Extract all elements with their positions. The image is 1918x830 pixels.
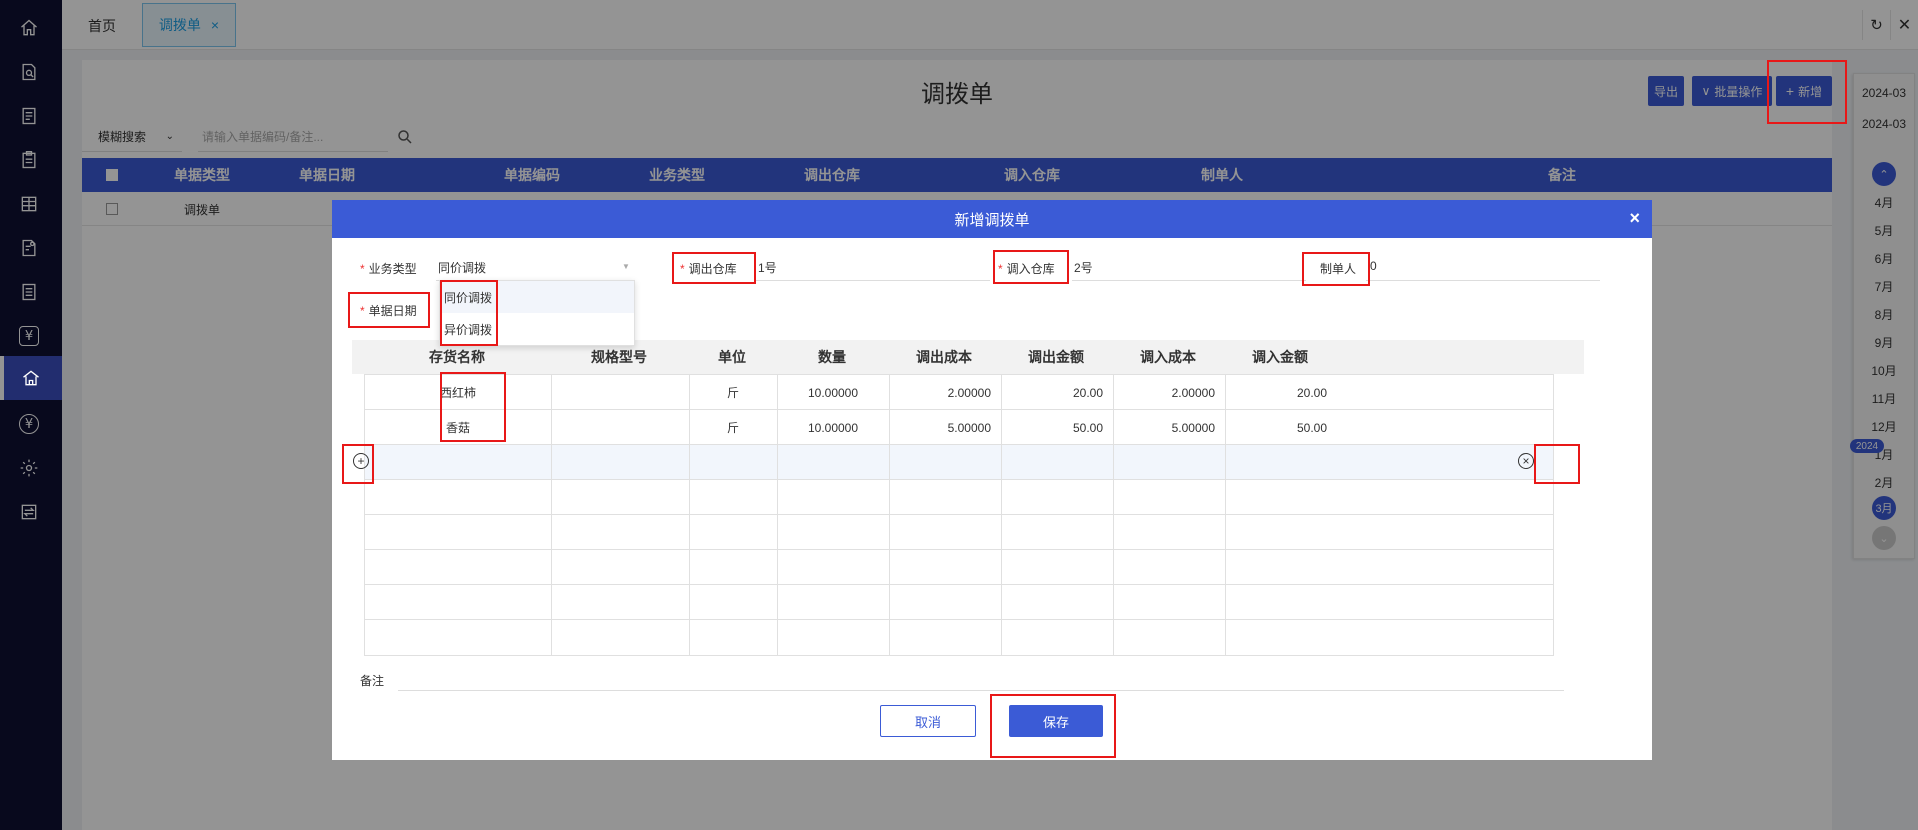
new-transfer-dialog: 新增调拨单 × * 业务类型 同价调拨 ▼ * 调出仓库 1号 * 调入仓库 2号 制… xyxy=(332,200,1652,760)
col-in-amount[interactable]: 调入金额 xyxy=(1224,340,1336,374)
cell-out-amount[interactable]: 20.00 xyxy=(1001,375,1113,410)
cell-quantity[interactable]: 10.00000 xyxy=(777,410,889,445)
cancel-button[interactable]: 取消 xyxy=(880,705,976,737)
option-diff-price[interactable]: 异价调拨 xyxy=(440,313,634,345)
in-warehouse-field[interactable]: 2号 xyxy=(1074,259,1093,276)
cell-quantity[interactable]: 10.00000 xyxy=(777,375,889,410)
maker-field[interactable]: 0 xyxy=(1370,259,1377,273)
business-type-dropdown: 同价调拨 异价调拨 xyxy=(439,280,635,346)
table-row[interactable] xyxy=(365,480,1553,515)
cell-in-cost[interactable]: 5.00000 xyxy=(1113,410,1225,445)
dialog-title: 新增调拨单 xyxy=(954,211,1030,229)
table-row[interactable] xyxy=(365,515,1553,550)
table-row[interactable] xyxy=(365,620,1553,655)
in-warehouse-label: * 调入仓库 xyxy=(998,262,1055,276)
close-icon[interactable]: × xyxy=(1629,208,1640,229)
table-row[interactable] xyxy=(365,585,1553,620)
col-out-amount[interactable]: 调出金额 xyxy=(1000,340,1112,374)
maker-label: 制单人 xyxy=(1320,262,1357,276)
business-type-label: * 业务类型 xyxy=(360,262,417,276)
cell-out-cost[interactable]: 5.00000 xyxy=(889,410,1001,445)
cell-out-amount[interactable]: 50.00 xyxy=(1001,410,1113,445)
business-type-select[interactable]: 同价调拨 xyxy=(438,259,486,276)
dialog-header: 新增调拨单 × xyxy=(332,200,1652,238)
remark-label: 备注 xyxy=(360,674,385,688)
cell-item-name[interactable]: 西红柿 xyxy=(365,375,551,410)
option-same-price[interactable]: 同价调拨 xyxy=(440,281,634,313)
table-row[interactable] xyxy=(365,550,1553,585)
out-warehouse-label: * 调出仓库 xyxy=(680,262,737,276)
save-button[interactable]: 保存 xyxy=(1009,705,1103,737)
cell-in-cost[interactable]: 2.00000 xyxy=(1113,375,1225,410)
table-row[interactable]: 香菇 斤 10.00000 5.00000 50.00 5.00000 50.0… xyxy=(365,410,1553,445)
cell-in-amount[interactable]: 50.00 xyxy=(1225,410,1337,445)
remove-row-icon[interactable]: × xyxy=(1518,453,1534,469)
cell-out-cost[interactable]: 2.00000 xyxy=(889,375,1001,410)
remark-input[interactable] xyxy=(398,690,1564,691)
col-out-cost[interactable]: 调出成本 xyxy=(888,340,1000,374)
table-row[interactable] xyxy=(365,445,1553,480)
doc-date-label: * 单据日期 xyxy=(360,304,417,318)
cell-spec[interactable] xyxy=(551,410,689,445)
cell-unit[interactable]: 斤 xyxy=(689,410,777,445)
cell-in-amount[interactable]: 20.00 xyxy=(1225,375,1337,410)
out-warehouse-field[interactable]: 1号 xyxy=(758,259,777,276)
chevron-down-icon: ▼ xyxy=(622,262,630,271)
col-quantity[interactable]: 数量 xyxy=(776,340,888,374)
cell-unit[interactable]: 斤 xyxy=(689,375,777,410)
cell-spec[interactable] xyxy=(551,375,689,410)
col-in-cost[interactable]: 调入成本 xyxy=(1112,340,1224,374)
cell-item-name[interactable]: 香菇 xyxy=(365,410,551,445)
add-row-icon[interactable]: + xyxy=(353,453,369,469)
grid-body: 西红柿 斤 10.00000 2.00000 20.00 2.00000 20.… xyxy=(364,374,1554,656)
col-unit[interactable]: 单位 xyxy=(688,340,776,374)
table-row[interactable]: 西红柿 斤 10.00000 2.00000 20.00 2.00000 20.… xyxy=(365,375,1553,410)
